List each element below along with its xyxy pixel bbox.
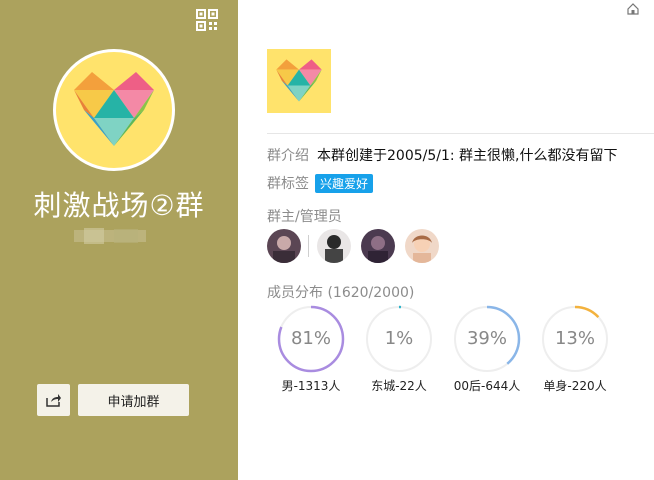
- intro-label: 群介绍: [267, 148, 309, 164]
- heart-logo-icon: [74, 72, 154, 146]
- stat-ring: 81%: [277, 305, 345, 373]
- blurred-group-id: [74, 226, 146, 246]
- share-button[interactable]: [37, 384, 70, 416]
- admin-avatar[interactable]: [317, 229, 351, 263]
- tag-badge[interactable]: 兴趣爱好: [315, 173, 374, 193]
- stat-age: 39% 00后-644人: [443, 305, 531, 394]
- group-card-left-panel: 刺激战场②群 申请加群: [0, 0, 238, 480]
- members-label: 成员分布 (1620/2000): [267, 285, 415, 301]
- tags-label: 群标签: [267, 176, 309, 192]
- stat-percent: 81%: [290, 328, 331, 349]
- stat-location: 1% 东城-22人: [355, 305, 443, 394]
- intro-row: 群介绍 本群创建于2005/5/1: 群主很懒,什么都没有留下: [267, 145, 618, 165]
- stat-label: 单身-220人: [543, 379, 607, 393]
- stat-gender: 81% 男-1313人: [267, 305, 355, 394]
- group-avatar-small[interactable]: [267, 49, 331, 113]
- admin-separator: [308, 235, 309, 257]
- admins-header: 群主/管理员: [267, 206, 342, 226]
- qr-code-icon[interactable]: [196, 9, 218, 31]
- admins-label: 群主/管理员: [267, 209, 342, 225]
- heart-logo-icon: [276, 59, 322, 102]
- intro-value: 本群创建于2005/5/1: 群主很懒,什么都没有留下: [317, 148, 618, 164]
- stat-percent: 13%: [554, 328, 595, 349]
- divider: [267, 133, 654, 134]
- stat-single: 13% 单身-220人: [531, 305, 619, 394]
- admin-avatar-owner[interactable]: [267, 229, 301, 263]
- stat-ring: 1%: [365, 305, 433, 373]
- home-icon[interactable]: [627, 0, 639, 15]
- group-avatar[interactable]: [53, 49, 175, 171]
- admins-list: [267, 229, 449, 263]
- tags-row: 群标签 兴趣爱好: [267, 173, 374, 193]
- stat-percent: 1%: [384, 328, 414, 349]
- members-header: 成员分布 (1620/2000): [267, 282, 414, 302]
- group-name: 刺激战场②群: [33, 189, 205, 222]
- member-stats: 81% 男-1313人 1% 东城-22人 39% 00后-644人 13% 单…: [267, 305, 619, 394]
- stat-ring: 13%: [541, 305, 609, 373]
- stat-percent: 39%: [466, 328, 507, 349]
- stat-ring: 39%: [453, 305, 521, 373]
- share-icon: [45, 394, 61, 407]
- admin-avatar[interactable]: [405, 229, 439, 263]
- join-group-button[interactable]: 申请加群: [78, 384, 189, 416]
- admin-avatar[interactable]: [361, 229, 395, 263]
